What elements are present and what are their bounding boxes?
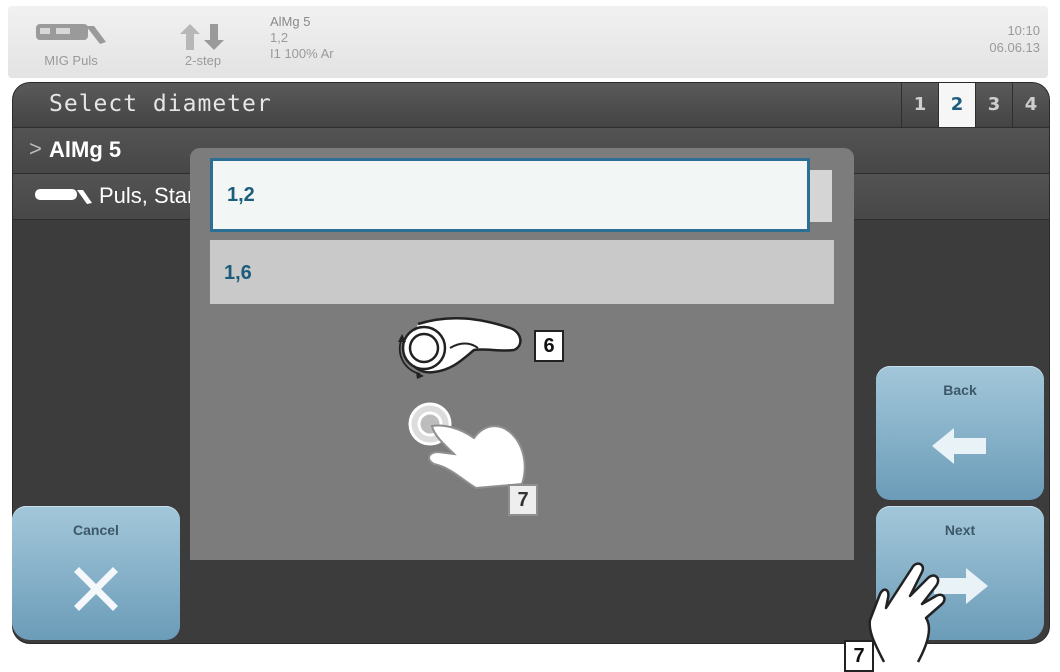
cancel-label: Cancel — [73, 522, 119, 538]
clock-time: 10:10 — [1007, 23, 1040, 38]
material-label: AlMg 5 — [49, 137, 122, 162]
info-gas: I1 100% Ar — [270, 46, 334, 61]
torch-icon — [36, 24, 106, 44]
status-bar: MIG Puls 2-step AlMg 5 1,2 I1 100% Ar 10… — [8, 6, 1048, 78]
clock: 10:10 06.06.13 — [989, 22, 1040, 56]
wizard-header: Select diameter 1 2 3 4 — [13, 83, 1049, 128]
page-title: Select diameter — [49, 91, 272, 117]
up-down-arrows-icon — [180, 24, 224, 50]
torch-icon — [35, 189, 92, 204]
arrow-left-icon — [932, 428, 986, 464]
list-scrollbar[interactable] — [810, 170, 832, 222]
process-mode-indicator[interactable]: MIG Puls — [26, 16, 116, 70]
step-indicator: 1 2 3 4 — [901, 83, 1049, 127]
trigger-mode-indicator[interactable]: 2-step — [168, 16, 238, 70]
cancel-button[interactable]: Cancel — [12, 506, 180, 640]
list-item-label: 1,2 — [227, 184, 255, 206]
chevron-right-icon: > — [29, 136, 42, 161]
list-item-selected[interactable]: 1,2 — [210, 158, 810, 232]
step-1: 1 — [901, 83, 938, 127]
step-3: 3 — [975, 83, 1012, 127]
callout-6: 6 — [534, 330, 564, 362]
clock-date: 06.06.13 — [989, 40, 1040, 55]
step-4: 4 — [1012, 83, 1049, 127]
turn-knob-hand-icon — [398, 316, 522, 379]
step-2: 2 — [938, 83, 975, 127]
list-item-label: 1,6 — [224, 262, 252, 284]
next-label: Next — [944, 522, 976, 538]
back-label: Back — [943, 382, 977, 398]
job-info: AlMg 5 1,2 I1 100% Ar — [270, 14, 334, 62]
info-material: AlMg 5 — [270, 14, 311, 29]
callout-7: 7 — [508, 484, 538, 516]
callout-7-next: 7 — [844, 640, 874, 672]
back-button[interactable]: Back — [876, 366, 1044, 500]
trigger-mode-label: 2-step — [184, 53, 222, 68]
process-mode-label: MIG Puls — [44, 53, 98, 68]
list-item[interactable]: 1,6 — [210, 240, 834, 304]
info-diameter: 1,2 — [270, 30, 289, 45]
close-icon — [74, 567, 118, 611]
